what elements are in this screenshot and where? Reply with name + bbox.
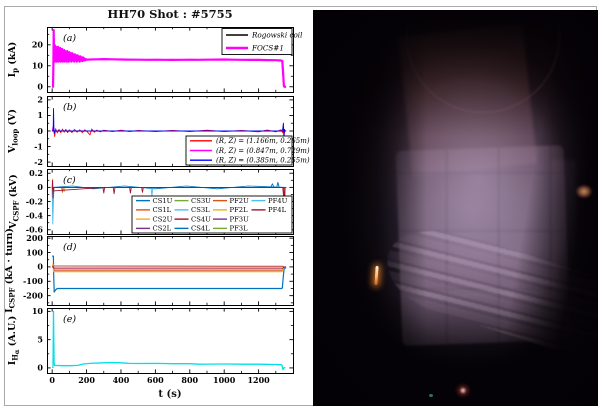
- svg-text:400: 400: [113, 375, 130, 385]
- panel-b: 2 1 0 -1 -2 Vloop (V) (b) (R, Z) = (1.166m, 0.2…: [7, 95, 310, 167]
- svg-text:200: 200: [26, 233, 43, 243]
- svg-text:PF2U: PF2U: [230, 197, 250, 205]
- svg-text:CS4U: CS4U: [191, 215, 211, 223]
- svg-text:(a): (a): [63, 33, 76, 44]
- svg-text:-100: -100: [23, 276, 43, 286]
- svg-text:10: 10: [32, 306, 44, 316]
- panel-c: 0.20-0.2-0.4-0.6VCSPF (kV) (c)CS1UCS1LCS2…: [8, 168, 294, 235]
- svg-text:20: 20: [32, 40, 44, 50]
- svg-text:CS3L: CS3L: [191, 206, 210, 214]
- svg-text:(c): (c): [63, 175, 76, 186]
- photo-ember-spot: [576, 185, 592, 198]
- svg-text:0: 0: [37, 182, 43, 192]
- svg-text:1200: 1200: [247, 375, 270, 385]
- svg-text:Rogowski coil: Rogowski coil: [251, 30, 302, 39]
- svg-text:800: 800: [181, 375, 198, 385]
- svg-text:0.2: 0.2: [29, 168, 43, 178]
- panel-a: 20 10 0 Ip (kA) (a) Rogowski coil FOCS#1: [7, 27, 302, 93]
- svg-text:1: 1: [37, 110, 43, 120]
- svg-text:(R, Z) = (0.847m, 0.729m): (R, Z) = (0.847m, 0.729m): [216, 147, 310, 155]
- svg-text:0: 0: [49, 375, 55, 385]
- photo-bottom-spark: [459, 387, 467, 394]
- svg-text:200: 200: [78, 375, 95, 385]
- svg-text:100: 100: [26, 247, 43, 257]
- svg-text:-2: -2: [34, 157, 43, 167]
- svg-text:CS2L: CS2L: [153, 225, 172, 233]
- svg-text:PF3U: PF3U: [230, 215, 250, 223]
- svg-text:Vloop (V): Vloop (V): [7, 109, 20, 154]
- chart-canvas: 20100Ip (kA)(a) Rogowski coilFOCS#1210-1-…: [4, 27, 310, 385]
- svg-text:CS4L: CS4L: [191, 225, 210, 233]
- svg-text:VCSPF (kV): VCSPF (kV): [8, 174, 21, 230]
- svg-text:1000: 1000: [213, 375, 236, 385]
- svg-text:ICSPF (kA · turn): ICSPF (kA · turn): [4, 228, 17, 313]
- svg-text:IHα (A.U.): IHα (A.U.): [7, 316, 21, 365]
- svg-text:2: 2: [37, 95, 43, 105]
- svg-text:0: 0: [37, 363, 43, 373]
- photo-speck: [429, 394, 433, 397]
- svg-text:(b): (b): [63, 102, 77, 113]
- panel-e: 0 200 400 600 800 1000 1200 10 5 0 IHα (A.U.) (e): [7, 306, 294, 385]
- svg-text:(R, Z) = (0.385m, 0.255m): (R, Z) = (0.385m, 0.255m): [216, 157, 310, 165]
- svg-text:5: 5: [37, 334, 43, 344]
- svg-text:-1: -1: [34, 141, 43, 151]
- svg-text:(d): (d): [63, 242, 77, 253]
- svg-text:CS1L: CS1L: [153, 206, 172, 214]
- svg-text:Ip (kA): Ip (kA): [7, 42, 20, 78]
- svg-text:(e): (e): [63, 314, 76, 325]
- svg-text:600: 600: [147, 375, 164, 385]
- svg-text:-200: -200: [23, 290, 43, 300]
- photo-vignette: [313, 10, 598, 406]
- svg-text:PF2L: PF2L: [230, 206, 249, 214]
- panel-d: 200 100 0 -100 -200 ICSPF (kA · turn) (d): [4, 228, 294, 313]
- svg-text:0: 0: [37, 126, 43, 136]
- svg-text:0: 0: [37, 82, 43, 92]
- svg-text:PF4U: PF4U: [268, 197, 288, 205]
- svg-text:CS2U: CS2U: [153, 215, 173, 223]
- figure-root: HH70 Shot : #5755 20 10 0 Ip (kA) (a) Rogowsk…: [0, 0, 600, 414]
- svg-text:(R, Z) = (1.166m, 0.265m): (R, Z) = (1.166m, 0.265m): [216, 137, 310, 145]
- plasma-camera-photo: [313, 10, 598, 406]
- svg-text:PF3L: PF3L: [230, 225, 249, 233]
- svg-text:10: 10: [32, 61, 44, 71]
- x-axis-label: t (s): [158, 389, 182, 400]
- svg-text:CS3U: CS3U: [191, 197, 211, 205]
- svg-text:0: 0: [37, 262, 43, 272]
- svg-text:PF4L: PF4L: [268, 206, 287, 214]
- svg-text:FOCS#1: FOCS#1: [251, 43, 284, 52]
- svg-text:CS1U: CS1U: [153, 197, 173, 205]
- svg-text:-0.2: -0.2: [26, 196, 43, 206]
- svg-text:-0.4: -0.4: [26, 210, 44, 220]
